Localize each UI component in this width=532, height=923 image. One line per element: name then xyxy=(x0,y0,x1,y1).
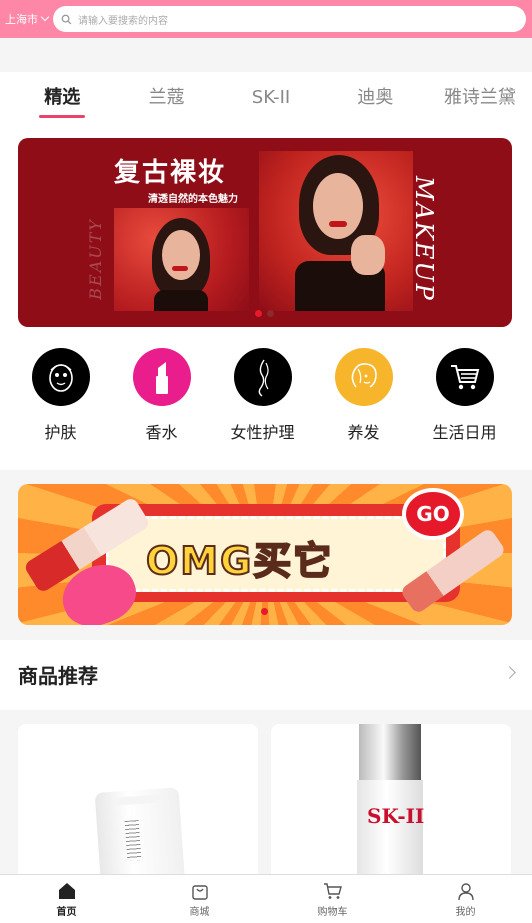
promo-banner[interactable]: OMG买它 GO xyxy=(18,484,512,625)
category-row: 护肤 香水 女性护理 养发 生活日用 xyxy=(0,348,532,443)
brand-tabs: 精选 兰蔻 SK-II 迪奥 雅诗兰黛 xyxy=(0,72,532,124)
tab-active-indicator xyxy=(39,115,86,118)
category-label: 护肤 xyxy=(44,423,77,442)
category-label: 女性护理 xyxy=(230,423,295,442)
cleanser-tube-image xyxy=(94,787,186,884)
category-hair-care[interactable]: 养发 xyxy=(313,348,414,443)
carousel-dots xyxy=(255,310,274,317)
tab-dior[interactable]: 迪奥 xyxy=(323,72,427,124)
app-page: 上海市 请输入要搜索的内容 精选 兰蔻 SK-II 迪奥 雅诗兰黛 BEAUTY… xyxy=(0,0,532,923)
nav-label: 商城 xyxy=(189,906,210,918)
category-feminine-care[interactable]: 女性护理 xyxy=(212,348,313,443)
carousel-dot[interactable] xyxy=(261,608,268,615)
nav-home[interactable]: 首页 xyxy=(0,875,133,923)
home-icon xyxy=(58,882,75,899)
city-selector[interactable]: 上海市 xyxy=(5,11,53,27)
search-icon xyxy=(61,14,72,24)
product-card[interactable] xyxy=(18,724,258,884)
tab-label: SK-II xyxy=(251,87,291,108)
bottle-cap-image xyxy=(359,724,421,780)
section-title: 商品推荐 xyxy=(18,664,98,688)
shopping-cart-icon xyxy=(435,348,494,406)
model-photo-small xyxy=(114,208,249,311)
banner-side-title: MAKEUP xyxy=(410,176,438,302)
category-label: 香水 xyxy=(145,423,178,442)
category-daily-life[interactable]: 生活日用 xyxy=(414,348,515,443)
tab-lancome[interactable]: 兰蔻 xyxy=(114,72,218,124)
nav-profile[interactable]: 我的 xyxy=(399,875,532,923)
nav-label: 首页 xyxy=(56,906,77,918)
recommend-header: 商品推荐 xyxy=(0,640,532,710)
essence-bottle-image xyxy=(357,780,423,884)
female-body-icon xyxy=(233,348,292,406)
chevron-right-icon[interactable] xyxy=(503,666,516,679)
tab-label: 兰蔻 xyxy=(148,87,185,108)
tab-estee-lauder[interactable]: 雅诗兰黛 xyxy=(428,72,532,124)
banner-side-text: BEAUTY xyxy=(86,218,105,300)
lipstick-icon xyxy=(132,348,191,406)
tab-featured[interactable]: 精选 xyxy=(10,72,114,124)
promo-text: OMG买它 xyxy=(145,538,334,584)
tab-label: 雅诗兰黛 xyxy=(443,87,516,108)
promo-section: OMG买它 GO xyxy=(0,470,532,640)
search-box[interactable]: 请输入要搜索的内容 xyxy=(53,6,526,32)
product-card[interactable]: SK-II xyxy=(271,724,511,884)
hero-section: BEAUTY 复古裸妆 清透自然的本色魅力 MAKEUP 护肤 香水 女性护理 … xyxy=(0,124,532,470)
nav-label: 我的 xyxy=(455,906,476,918)
tab-skii[interactable]: SK-II xyxy=(219,72,323,124)
banner-subtitle: 清透自然的本色魅力 xyxy=(148,194,238,205)
banner-title: 复古裸妆 xyxy=(114,158,227,188)
category-perfume[interactable]: 香水 xyxy=(111,348,212,443)
cart-icon xyxy=(323,882,342,899)
nav-cart[interactable]: 购物车 xyxy=(266,875,399,923)
category-skincare[interactable]: 护肤 xyxy=(10,348,111,443)
promo-go-badge: GO xyxy=(402,488,464,540)
shopping-bag-icon xyxy=(191,884,208,900)
bottom-nav: 首页 商城 购物车 我的 xyxy=(0,874,532,923)
face-mask-icon xyxy=(31,348,90,406)
search-input[interactable]: 请输入要搜索的内容 xyxy=(78,12,168,27)
product-grid: SK-II xyxy=(0,710,532,884)
carousel-dot[interactable] xyxy=(255,310,262,317)
top-bar: 上海市 请输入要搜索的内容 xyxy=(0,0,532,38)
user-icon xyxy=(457,882,474,900)
nav-mall[interactable]: 商城 xyxy=(133,875,266,923)
hero-banner[interactable]: BEAUTY 复古裸妆 清透自然的本色魅力 MAKEUP xyxy=(18,138,512,327)
nav-label: 购物车 xyxy=(317,906,348,918)
city-label: 上海市 xyxy=(5,13,38,26)
chevron-down-icon xyxy=(40,12,50,22)
tab-label: 迪奥 xyxy=(357,87,394,108)
hair-icon xyxy=(334,348,393,406)
carousel-dot[interactable] xyxy=(267,310,274,317)
category-label: 生活日用 xyxy=(432,423,497,442)
model-photo-large xyxy=(259,151,413,311)
tab-label: 精选 xyxy=(44,87,81,108)
category-label: 养发 xyxy=(347,423,380,442)
product-brand-text: SK-II xyxy=(367,804,425,828)
